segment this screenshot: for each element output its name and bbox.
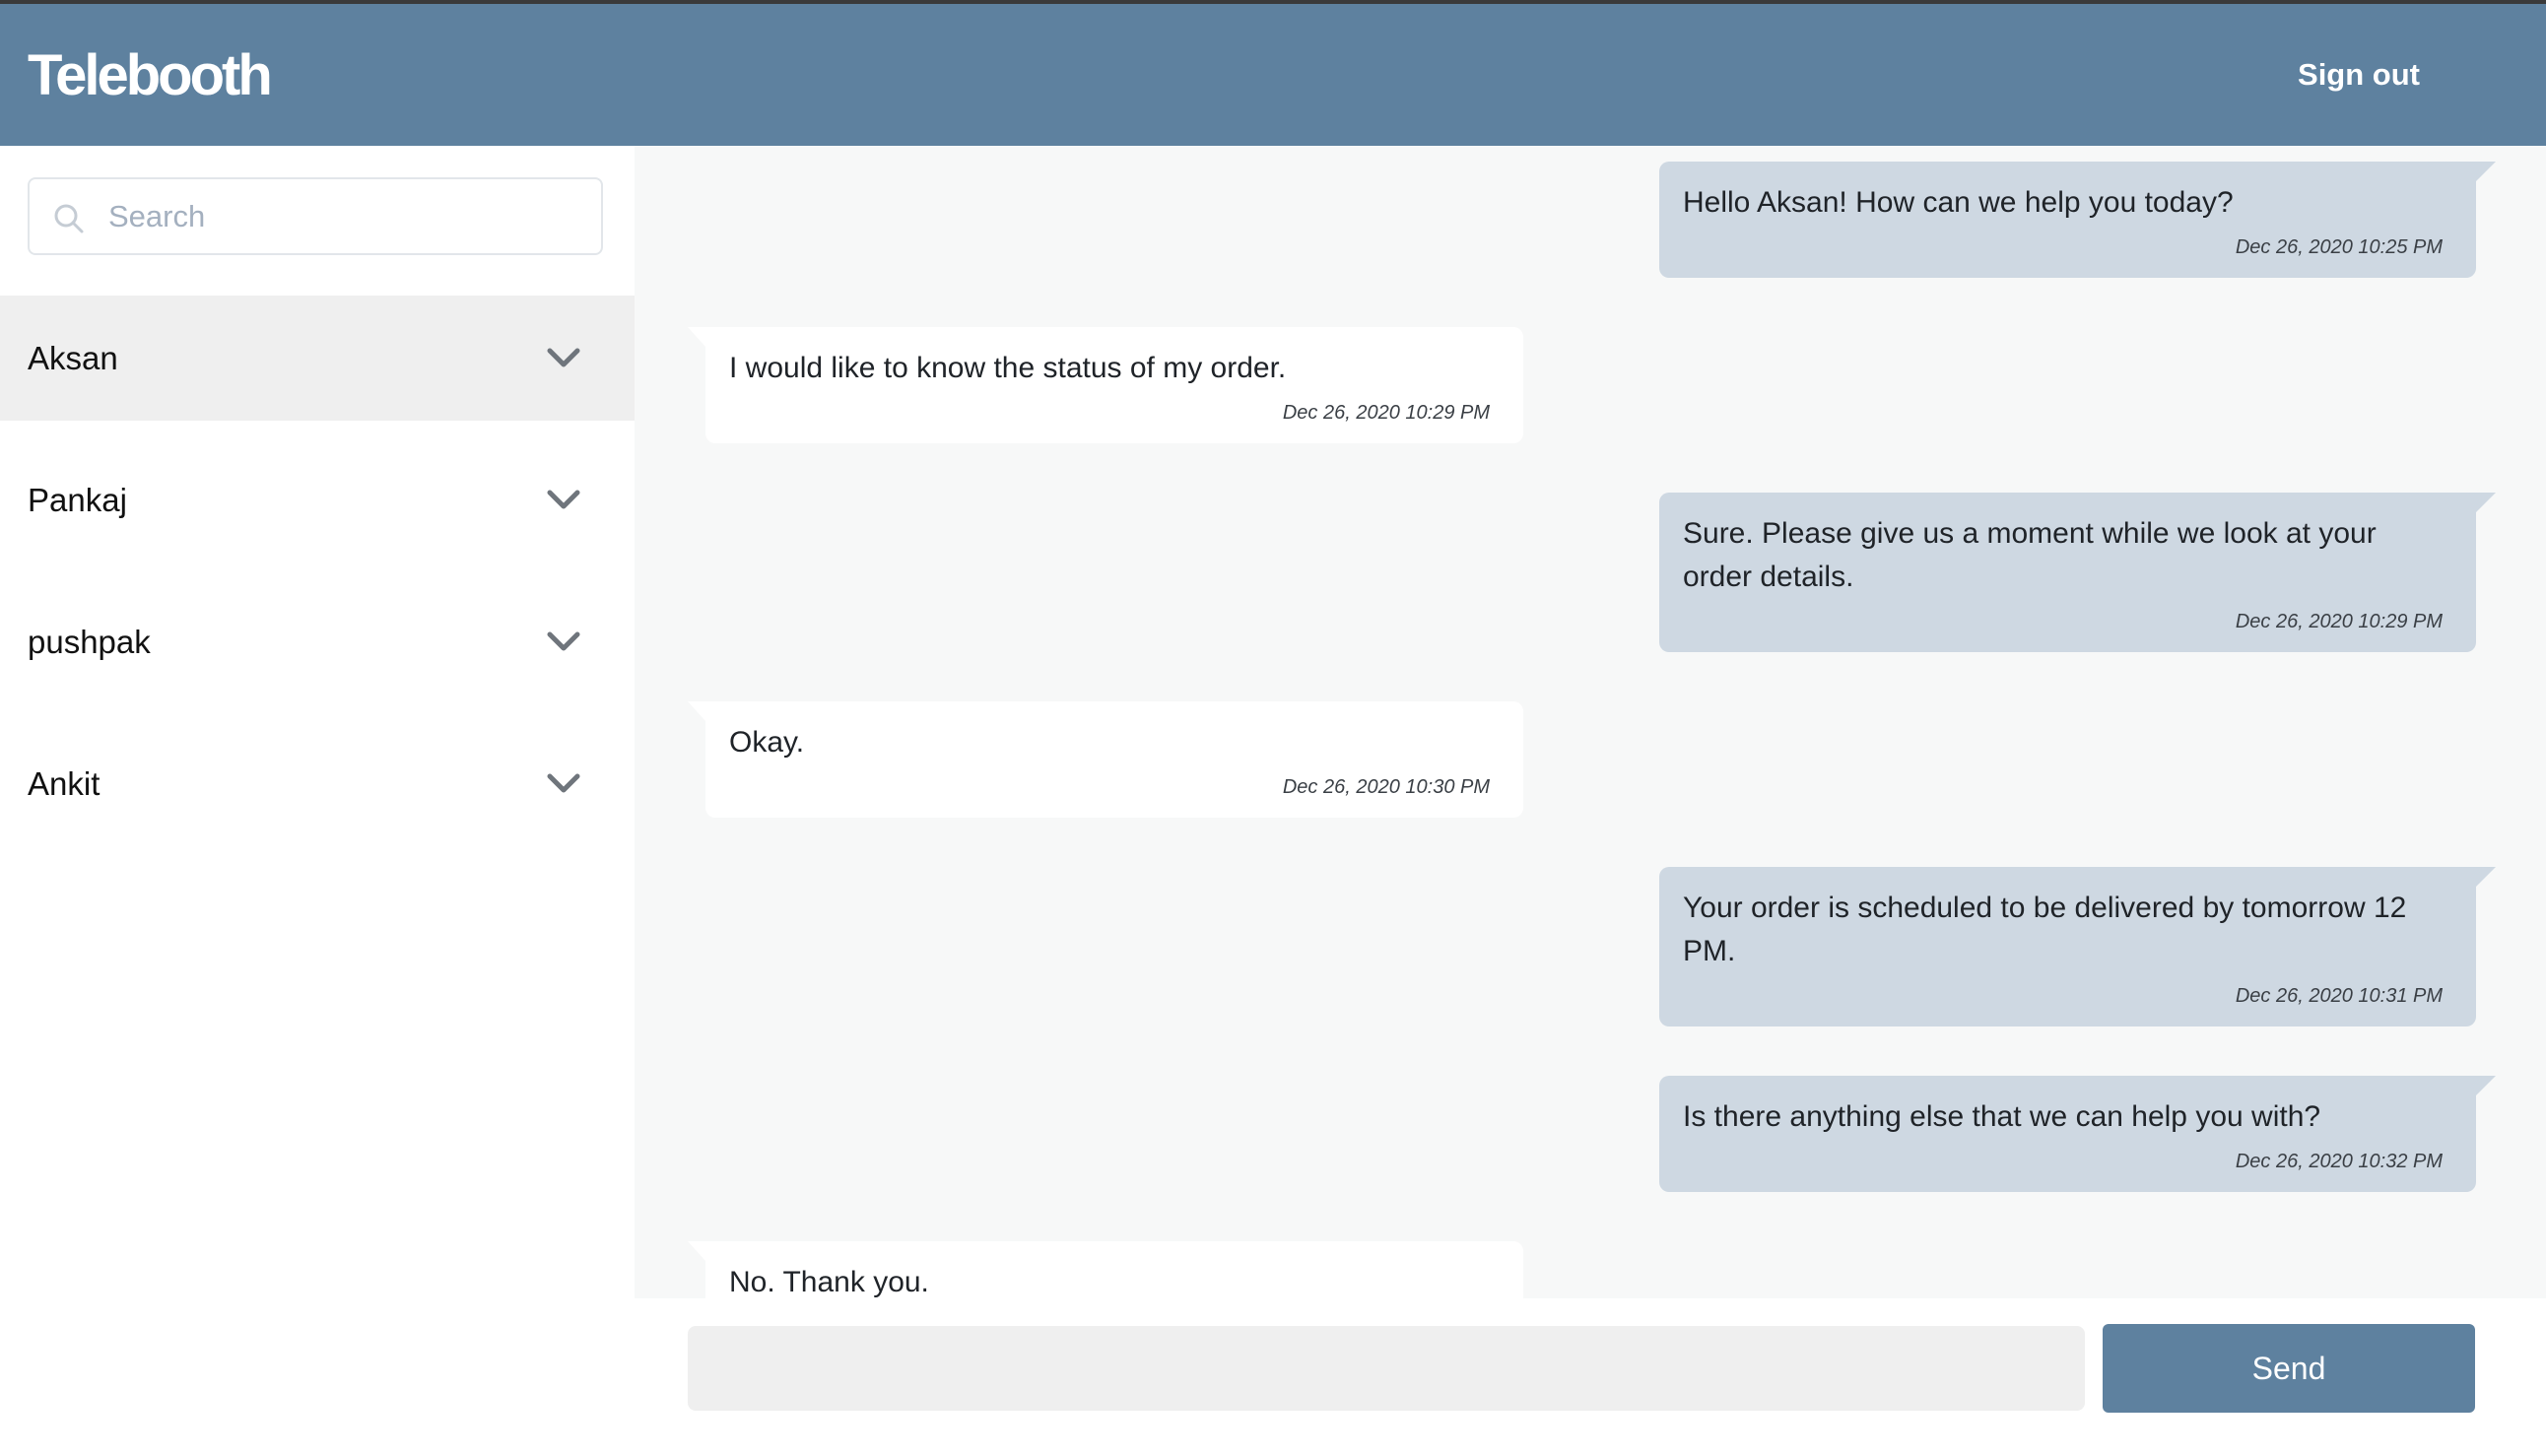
app-header: Telebooth Sign out	[0, 4, 2546, 146]
message-input[interactable]	[688, 1326, 2085, 1411]
message-outgoing: Your order is scheduled to be delivered …	[1659, 867, 2496, 1026]
contact-item-pankaj[interactable]: Pankaj	[0, 437, 635, 563]
message-timestamp: Dec 26, 2020 10:30 PM	[1282, 776, 1490, 798]
search-box[interactable]	[28, 177, 603, 255]
contact-name: Ankit	[28, 765, 100, 802]
message-incoming: I would like to know the status of my or…	[688, 327, 1523, 443]
chevron-down-icon[interactable]	[544, 768, 583, 798]
message-timestamp: Dec 26, 2020 10:32 PM	[2235, 1151, 2443, 1172]
contact-item-ankit[interactable]: Ankit	[0, 721, 635, 846]
chevron-down-icon[interactable]	[544, 343, 583, 372]
message-outgoing: Sure. Please give us a moment while we l…	[1659, 493, 2496, 652]
message-timestamp: Dec 26, 2020 10:29 PM	[2235, 611, 2443, 632]
contact-name: pushpak	[28, 624, 151, 660]
chevron-down-icon[interactable]	[544, 627, 583, 656]
message-outgoing: Is there anything else that we can help …	[1659, 1076, 2496, 1192]
contact-name: Aksan	[28, 340, 118, 376]
message-composer: Send	[635, 1298, 2546, 1456]
sign-out-button[interactable]: Sign out	[2298, 55, 2420, 95]
message-text: No. Thank you.	[729, 1266, 929, 1298]
contact-item-aksan[interactable]: Aksan	[0, 296, 635, 421]
message-outgoing: Hello Aksan! How can we help you today? …	[1659, 162, 2496, 278]
contact-item-pushpak[interactable]: pushpak	[0, 579, 635, 704]
search-input[interactable]	[108, 179, 591, 253]
contact-name: Pankaj	[28, 482, 127, 518]
contact-list: Aksan Pankaj pushpak Ankit	[0, 296, 635, 863]
message-text: Is there anything else that we can help …	[1683, 1100, 2321, 1133]
message-text: I would like to know the status of my or…	[729, 352, 1287, 384]
message-timestamp: Dec 26, 2020 10:29 PM	[1282, 402, 1490, 424]
message-timestamp: Dec 26, 2020 10:25 PM	[2235, 236, 2443, 258]
chevron-down-icon[interactable]	[544, 485, 583, 514]
sidebar: Aksan Pankaj pushpak Ankit	[0, 146, 635, 1456]
send-button[interactable]: Send	[2103, 1324, 2475, 1413]
message-timestamp: Dec 26, 2020 10:31 PM	[2235, 985, 2443, 1007]
message-text: Sure. Please give us a moment while we l…	[1683, 517, 2377, 593]
chat-thread[interactable]: Hello Aksan! How can we help you today? …	[635, 146, 2546, 1298]
message-text: Your order is scheduled to be delivered …	[1683, 892, 2407, 967]
message-text: Hello Aksan! How can we help you today?	[1683, 186, 2234, 219]
search-icon	[54, 204, 84, 233]
message-incoming: Okay. Dec 26, 2020 10:30 PM	[688, 701, 1523, 818]
message-incoming: No. Thank you.	[688, 1241, 1523, 1298]
message-text: Okay.	[729, 726, 805, 759]
app-logo: Telebooth	[28, 43, 273, 107]
